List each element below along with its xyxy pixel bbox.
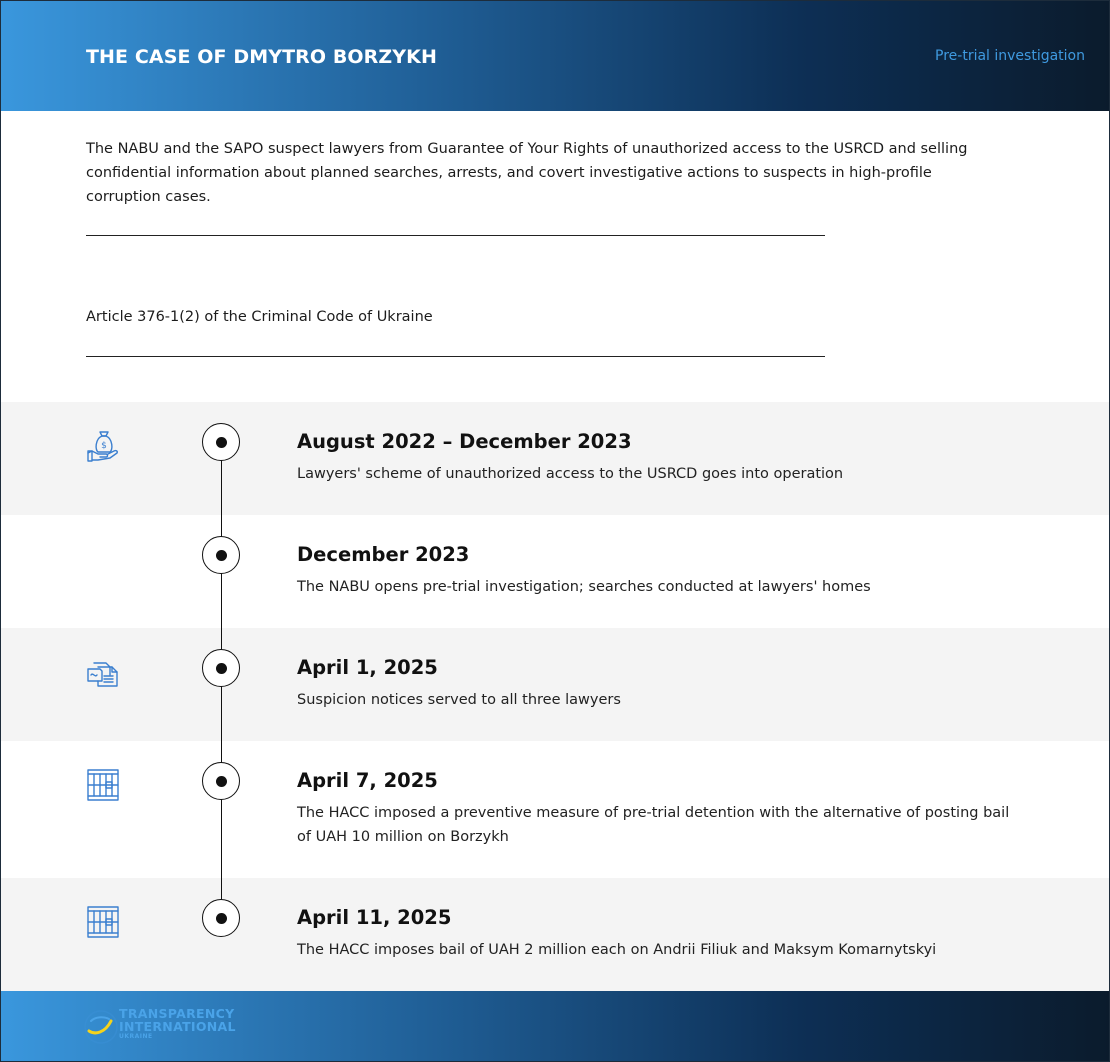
timeline-marker <box>202 649 240 687</box>
timeline-description: The HACC imposes bail of UAH 2 million e… <box>297 942 937 958</box>
case-status: Pre-trial investigation <box>935 48 1085 64</box>
svg-text:$: $ <box>101 441 107 451</box>
timeline-date: April 11, 2025 <box>297 906 452 929</box>
timeline-item: April 7, 2025 The HACC imposed a prevent… <box>1 741 1109 878</box>
timeline-marker <box>202 899 240 937</box>
timeline-item: December 2023 The NABU opens pre-trial i… <box>1 515 1109 628</box>
logo-line: UKRAINE <box>119 1033 153 1040</box>
case-summary: The NABU and the SAPO suspect lawyers fr… <box>86 141 968 205</box>
divider <box>86 356 825 357</box>
timeline-marker <box>202 536 240 574</box>
prison-bars-icon <box>86 768 120 802</box>
timeline-description: Lawyers' scheme of unauthorized access t… <box>297 466 844 482</box>
timeline: $ August 2022 – December 2023 Lawyers' s… <box>1 402 1109 991</box>
prison-bars-icon <box>86 905 120 939</box>
timeline-description: The NABU opens pre-trial investigation; … <box>297 579 871 595</box>
timeline-description: The HACC imposed a preventive measure of… <box>297 805 1010 845</box>
criminal-code-article: Article 376-1(2) of the Criminal Code of… <box>86 309 433 325</box>
transparency-logo-icon <box>81 1007 121 1047</box>
timeline-marker <box>202 762 240 800</box>
divider <box>86 235 825 236</box>
logo-wordmark: TRANSPARENCY INTERNATIONAL UKRAINE <box>119 1007 236 1041</box>
header-banner: THE CASE OF DMYTRO BORZYKH Pre-trial inv… <box>1 1 1109 111</box>
timeline-date: December 2023 <box>297 543 470 566</box>
page-title: THE CASE OF DMYTRO BORZYKH <box>86 46 437 68</box>
footer-banner: TRANSPARENCY INTERNATIONAL UKRAINE <box>1 991 1109 1061</box>
timeline-date: April 1, 2025 <box>297 656 438 679</box>
timeline-date: April 7, 2025 <box>297 769 438 792</box>
timeline-item: April 1, 2025 Suspicion notices served t… <box>1 628 1109 741</box>
logo-line: INTERNATIONAL <box>119 1019 236 1034</box>
page: THE CASE OF DMYTRO BORZYKH Pre-trial inv… <box>0 0 1110 1062</box>
timeline-date: August 2022 – December 2023 <box>297 430 632 453</box>
money-bag-hand-icon: $ <box>86 429 120 463</box>
timeline-item: $ August 2022 – December 2023 Lawyers' s… <box>1 402 1109 515</box>
timeline-item: April 11, 2025 The HACC imposes bail of … <box>1 878 1109 991</box>
timeline-description: Suspicion notices served to all three la… <box>297 692 621 708</box>
documents-icon <box>86 655 120 689</box>
timeline-marker <box>202 423 240 461</box>
